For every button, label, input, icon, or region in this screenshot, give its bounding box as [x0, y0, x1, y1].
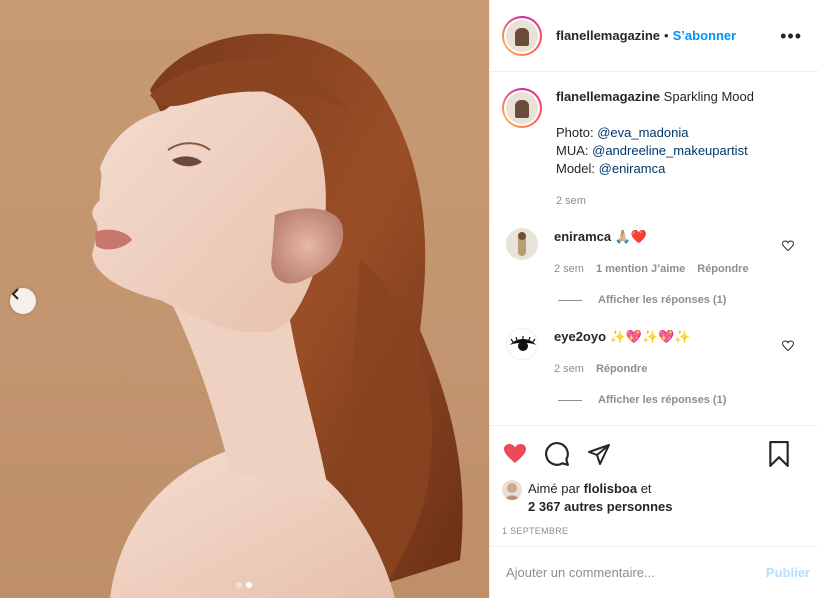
- comment-input[interactable]: [506, 565, 766, 580]
- add-comment-bar: Publier: [490, 546, 818, 598]
- share-button[interactable]: [586, 442, 612, 466]
- likes-middle: et: [637, 481, 652, 496]
- liker-username[interactable]: flolisboa: [584, 481, 637, 496]
- heart-filled-icon: [504, 444, 526, 463]
- follow-button[interactable]: S’abonner: [673, 28, 737, 43]
- view-replies-label[interactable]: Afficher les réponses (1): [598, 394, 726, 406]
- mention-link[interactable]: @eniramca: [599, 161, 666, 176]
- view-replies-button[interactable]: Afficher les réponses (1): [558, 294, 802, 306]
- likes-prefix: Aimé par: [528, 481, 584, 496]
- caption-text: Sparkling Mood: [663, 89, 754, 104]
- avatar-figure-icon: [518, 232, 526, 256]
- comment-item: eniramca 🙏🏼❤️ 2 sem 1 mention J’aime Rép…: [502, 228, 802, 278]
- comment-username[interactable]: eye2oyo: [554, 329, 606, 344]
- previous-photo-button[interactable]: [10, 288, 36, 314]
- post-photo[interactable]: [0, 0, 489, 598]
- reply-button[interactable]: Répondre: [697, 260, 748, 278]
- mention-link[interactable]: @eva_madonia: [597, 125, 688, 140]
- caption-mua-label: MUA:: [556, 143, 593, 158]
- header-separator: •: [664, 28, 669, 43]
- caption: flanellemagazine Sparkling Mood Photo: @…: [502, 88, 802, 210]
- comment-time[interactable]: 2 sem: [554, 360, 584, 378]
- comments-section: flanellemagazine Sparkling Mood Photo: @…: [490, 72, 818, 425]
- like-comment-icon[interactable]: [782, 340, 794, 352]
- caption-model-label: Model:: [556, 161, 599, 176]
- post-date[interactable]: 1 SEPTEMBRE: [502, 526, 806, 546]
- comment-time[interactable]: 2 sem: [554, 260, 584, 278]
- reply-button[interactable]: Répondre: [596, 360, 647, 378]
- post-actions: Aimé par flolisboa et 2 367 autres perso…: [490, 425, 818, 546]
- comment-text: ✨💖✨💖✨: [609, 329, 691, 344]
- comment-item: eye2oyo ✨💖✨💖✨ 2 sem Répondre: [502, 328, 802, 378]
- post-header: flanellemagazine • S’abonner •••: [490, 0, 818, 72]
- caption-photo-label: Photo:: [556, 125, 598, 140]
- more-options-icon[interactable]: •••: [780, 27, 802, 45]
- comment-avatar[interactable]: [506, 328, 538, 360]
- carousel-dots: [236, 582, 252, 588]
- likes-summary: Aimé par flolisboa et 2 367 autres perso…: [502, 480, 806, 516]
- comment-username[interactable]: eniramca: [554, 229, 611, 244]
- comment-text: 🙏🏼❤️: [614, 229, 648, 244]
- avatar-face-icon: [505, 483, 519, 500]
- caption-avatar: [506, 92, 538, 124]
- like-button[interactable]: [502, 442, 528, 466]
- carousel-dot-active: [246, 582, 252, 588]
- portrait-illustration: [92, 33, 463, 598]
- post-dialog: flanellemagazine • S’abonner ••• flanell…: [0, 0, 818, 598]
- caption-username[interactable]: flanellemagazine: [556, 89, 660, 104]
- header-username[interactable]: flanellemagazine: [556, 28, 660, 43]
- likes-others[interactable]: 2 367 autres personnes: [528, 499, 673, 514]
- chevron-left-icon: [11, 288, 19, 300]
- view-replies-label[interactable]: Afficher les réponses (1): [598, 294, 726, 306]
- carousel-dot: [236, 582, 242, 588]
- caption-story-ring[interactable]: [502, 88, 542, 128]
- caption-time[interactable]: 2 sem: [556, 192, 586, 210]
- comment-likes[interactable]: 1 mention J’aime: [596, 260, 685, 278]
- comment-bubble-icon: [545, 442, 569, 466]
- eye-icon: [510, 336, 536, 351]
- view-replies-button[interactable]: Afficher les réponses (1): [558, 394, 802, 406]
- replies-divider: [558, 399, 582, 401]
- paper-plane-icon: [588, 444, 610, 465]
- comment-avatar[interactable]: [506, 228, 538, 260]
- liker-avatar[interactable]: [502, 480, 522, 500]
- save-button[interactable]: [768, 441, 790, 467]
- like-comment-icon[interactable]: [782, 240, 794, 252]
- bookmark-icon: [769, 441, 789, 467]
- post-side-panel: flanellemagazine • S’abonner ••• flanell…: [489, 0, 818, 598]
- avatar: [506, 19, 538, 52]
- comment-button[interactable]: [544, 441, 570, 467]
- publish-button[interactable]: Publier: [766, 565, 810, 580]
- story-ring[interactable]: [502, 15, 542, 56]
- mention-link[interactable]: @andreeline_makeupartist: [592, 143, 748, 158]
- replies-divider: [558, 299, 582, 301]
